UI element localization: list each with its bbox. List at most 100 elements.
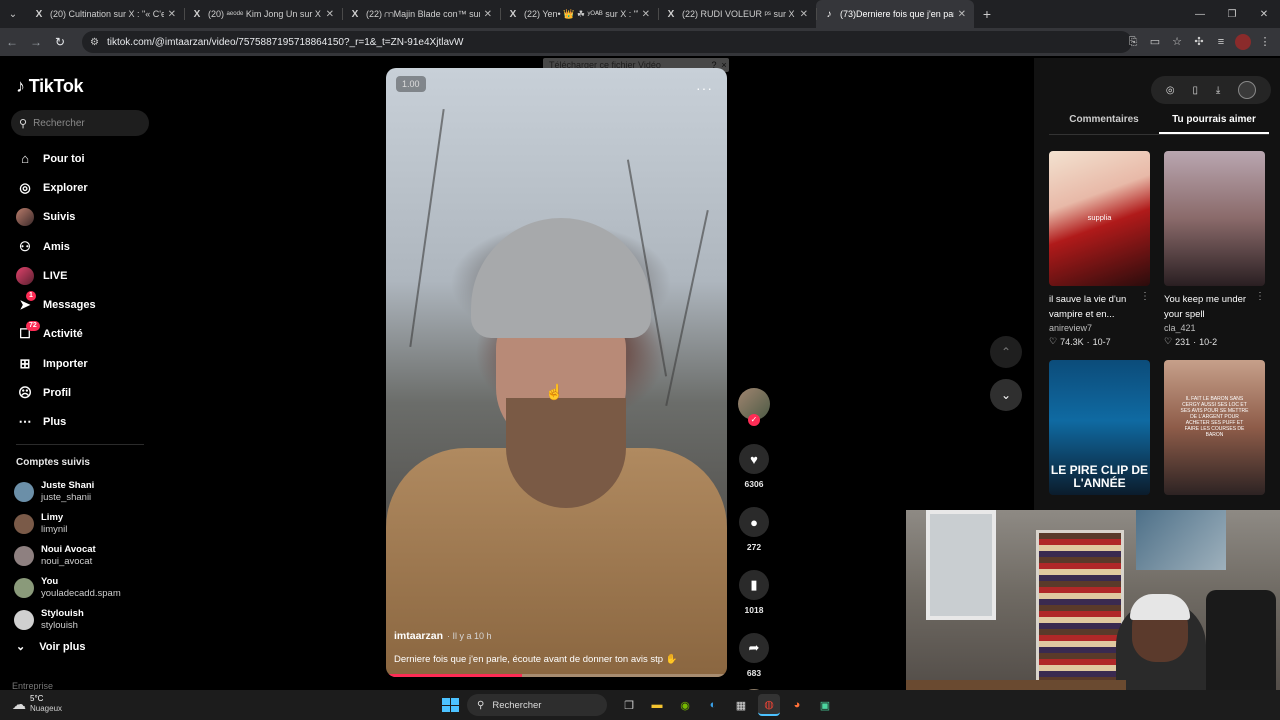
creator-avatar[interactable]: ✓ <box>738 388 770 426</box>
video-thumbnail[interactable]: LE PIRE CLIP DE L'ANNÉE <box>1049 360 1150 495</box>
nav-item-importer[interactable]: ⊞ Importer <box>0 349 160 378</box>
chrome-icon[interactable]: ◍ <box>758 694 780 716</box>
share-icon[interactable]: ➦ <box>739 633 769 663</box>
site-info-icon[interactable]: ⚙ <box>90 37 99 48</box>
nav-item-suivis[interactable]: Suivis <box>0 203 160 232</box>
following-item[interactable]: Stylouish stylouish <box>14 604 154 636</box>
weather-widget[interactable]: ☁ 5°C Nuageux <box>12 694 62 714</box>
edge-icon[interactable]: ◐ <box>702 694 724 716</box>
browser-menu-icon[interactable]: ⋮ <box>1254 32 1276 52</box>
browser-tab[interactable]: X (22) Yen• 👑 ☘ ʸᴼᴬᴮ sur X : "Vu ✕ <box>500 0 658 28</box>
close-tab-icon[interactable]: ✕ <box>326 9 334 20</box>
tiktok-note-icon: ♪ <box>16 76 25 96</box>
heart-icon[interactable]: ♥ <box>739 444 769 474</box>
following-item[interactable]: Juste Shani juste_shanii <box>14 476 154 508</box>
cloud-icon: ☁ <box>12 695 26 712</box>
search-input[interactable] <box>33 117 134 129</box>
video-player[interactable]: 1.00 ··· ☝ imtaarzan · Il y a 10 h Derni… <box>386 68 727 677</box>
video-more-icon[interactable]: ··· <box>696 80 713 96</box>
reload-icon[interactable]: ↻ <box>48 35 72 49</box>
tab-you-may-like[interactable]: Tu pourrais aimer <box>1159 114 1269 134</box>
following-item[interactable]: You youladecadd.spam <box>14 572 154 604</box>
task-view-icon[interactable]: ❐ <box>618 694 640 716</box>
taskbar-search[interactable]: ⚲ Rechercher <box>467 694 607 716</box>
cast-icon[interactable]: ▭ <box>1144 32 1166 52</box>
back-icon[interactable]: ← <box>0 35 24 49</box>
url-field[interactable]: ⚙ tiktok.com/@imtaarzan/video/7575887195… <box>82 31 1132 53</box>
forward-icon[interactable]: → <box>24 35 48 49</box>
thumbnail-text: LE PIRE CLIP DE L'ANNÉE <box>1050 463 1149 490</box>
tiktok-logo[interactable]: ♪ TikTok <box>16 76 84 97</box>
windows-start-icon[interactable] <box>437 693 461 717</box>
firefox-icon[interactable]: ◕ <box>786 694 808 716</box>
recommended-video-card[interactable]: IL FAIT LE BARON SANS CERGY AUSSI SES LO… <box>1164 360 1265 495</box>
avatar <box>14 482 34 502</box>
card-title[interactable]: You keep me under your spell <box>1164 292 1255 322</box>
browser-tab[interactable]: X (22) RUDI VOLEUR ᵖˢ sur X : "Ir ✕ <box>658 0 816 28</box>
nav-item-messages[interactable]: ➤ 1 Messages <box>0 290 160 319</box>
nav-item-activit-[interactable]: ☐ 72 Activité <box>0 320 160 349</box>
bookmark-star-icon[interactable]: ☆ <box>1166 32 1188 52</box>
close-tab-icon[interactable]: ✕ <box>642 9 650 20</box>
nvidia-icon[interactable]: ◉ <box>674 694 696 716</box>
extensions-icon[interactable]: ✣ <box>1188 32 1210 52</box>
browser-tab[interactable]: X (20) Cultination sur X : "« C'est l ✕ <box>26 0 184 28</box>
see-more-button[interactable]: ⌄ Voir plus <box>16 640 85 654</box>
playback-speed-tag[interactable]: 1.00 <box>396 76 426 92</box>
nav-item-live[interactable]: LIVE <box>0 261 160 290</box>
browser-tab[interactable]: X (20) ᵃᵉᵒᵈᵉ Kim Jong Un sur X : "i ✕ <box>184 0 342 28</box>
nav-item-profil[interactable]: ☹ Profil <box>0 378 160 407</box>
card-likes: 74.3K <box>1060 336 1084 347</box>
new-tab-button[interactable]: + <box>974 6 1000 22</box>
following-handle: youladecadd.spam <box>41 588 121 599</box>
following-item[interactable]: Limy limynil <box>14 508 154 540</box>
video-thumbnail[interactable]: IL FAIT LE BARON SANS CERGY AUSSI SES LO… <box>1164 360 1265 495</box>
video-thumbnail[interactable]: supplia <box>1049 151 1150 286</box>
close-tab-icon[interactable]: ✕ <box>958 9 966 20</box>
nav-item-pour-toi[interactable]: ⌂ Pour toi <box>0 144 160 173</box>
nav-item-amis[interactable]: ⚇ Amis <box>0 232 160 261</box>
file-explorer-icon[interactable]: ▬ <box>646 694 668 716</box>
x-favicon-icon: X <box>509 8 517 20</box>
card-title[interactable]: il sauve la vie d'un vampire et en... <box>1049 292 1140 322</box>
nav-item-explorer[interactable]: ◎ Explorer <box>0 173 160 202</box>
compass-icon[interactable]: ◎ <box>1166 85 1175 96</box>
recommended-video-card[interactable]: LE PIRE CLIP DE L'ANNÉE <box>1049 360 1150 495</box>
search-box: ⚲ <box>11 110 149 136</box>
minimize-icon[interactable]: — <box>1184 9 1216 20</box>
next-video-button[interactable]: ⌄ <box>990 379 1022 411</box>
following-item[interactable]: Noui Avocat noui_avocat <box>14 540 154 572</box>
download-icon[interactable]: ⤓ <box>1216 85 1220 96</box>
user-avatar[interactable] <box>1238 81 1257 99</box>
card-menu-icon[interactable]: ⋮ <box>1255 292 1265 322</box>
restore-icon[interactable]: ❐ <box>1216 9 1248 20</box>
recommended-video-card[interactable]: supplia il sauve la vie d'un vampire et e… <box>1049 151 1150 347</box>
recommended-video-card[interactable]: You keep me under your spell ⋮ cla_421 ♡ 231… <box>1164 151 1265 347</box>
store-icon[interactable]: ▦ <box>730 694 752 716</box>
close-tab-icon[interactable]: ✕ <box>168 9 176 20</box>
translate-icon[interactable]: ⎘ <box>1122 32 1144 52</box>
following-handle: noui_avocat <box>41 556 93 567</box>
device-icon[interactable]: ▯ <box>1192 85 1198 96</box>
card-author[interactable]: anireview7 <box>1049 323 1150 333</box>
follow-check-icon[interactable]: ✓ <box>748 414 760 426</box>
card-author[interactable]: cla_421 <box>1164 323 1265 333</box>
app-icon[interactable]: ▣ <box>814 694 836 716</box>
reading-list-icon[interactable]: ≡ <box>1210 32 1232 52</box>
video-thumbnail[interactable] <box>1164 151 1265 286</box>
browser-profile-avatar[interactable] <box>1235 34 1251 50</box>
tab-search-icon[interactable]: ⌄ <box>0 0 26 28</box>
tab-comments[interactable]: Commentaires <box>1049 114 1159 134</box>
bookmark-icon[interactable]: ▮ <box>739 570 769 600</box>
video-progress-bar[interactable] <box>386 674 727 677</box>
card-menu-icon[interactable]: ⋮ <box>1140 292 1150 322</box>
comment-icon[interactable]: ● <box>739 507 769 537</box>
close-tab-icon[interactable]: ✕ <box>484 9 492 20</box>
video-author-name[interactable]: imtaarzan <box>394 630 443 642</box>
close-tab-icon[interactable]: ✕ <box>800 9 808 20</box>
browser-tab[interactable]: X (22) ⩋Majin Blade con™ sur X : ✕ <box>342 0 500 28</box>
close-window-icon[interactable]: ✕ <box>1248 9 1280 20</box>
browser-tab[interactable]: ♪ (73)Derniere fois que j'en parle ✕ <box>816 0 974 28</box>
nav-item-plus[interactable]: ⋯ Plus <box>0 408 160 437</box>
previous-video-button[interactable]: ⌃ <box>990 336 1022 368</box>
